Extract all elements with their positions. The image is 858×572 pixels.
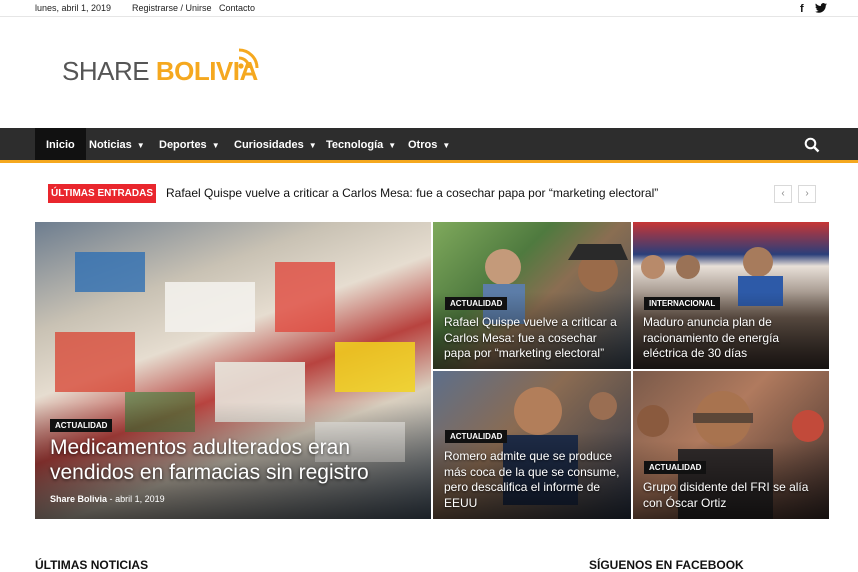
category-tag[interactable]: Internacional	[644, 297, 721, 310]
nav-item-noticias[interactable]: Noticias ▼	[89, 128, 145, 160]
current-date: lunes, abril 1, 2019	[35, 3, 112, 13]
featured-tile-3-title[interactable]: Romero admite que se produce más coca de…	[444, 449, 626, 511]
chevron-down-icon: ▼	[442, 141, 451, 150]
nav-item-otros[interactable]: Otros ▼	[408, 128, 450, 160]
search-icon[interactable]	[804, 137, 820, 153]
article-meta: Share Bolivia - abril 1, 2019	[50, 494, 165, 504]
featured-tile-1-title[interactable]: Rafael Quispe vuelve a criticar a Carlos…	[444, 315, 624, 362]
category-tag[interactable]: Actualidad	[50, 419, 113, 432]
chevron-down-icon: ▼	[211, 141, 220, 150]
nav-item-inicio[interactable]: Inicio	[35, 128, 86, 160]
facebook-heading: SÍGUENOS EN FACEBOOK	[589, 558, 744, 572]
chevron-down-icon: ▼	[136, 141, 145, 150]
featured-tile-2-title[interactable]: Maduro anuncia plan de racionamiento de …	[643, 315, 823, 362]
ticker-prev-button[interactable]: ‹	[774, 185, 792, 203]
ticker-label: ÚLTIMAS ENTRADAS	[48, 184, 156, 203]
featured-tile-1[interactable]: Actualidad Rafael Quispe vuelve a critic…	[433, 222, 631, 369]
category-tag[interactable]: Actualidad	[445, 297, 508, 310]
featured-tile-2[interactable]: Internacional Maduro anuncia plan de rac…	[633, 222, 829, 369]
nav-item-tecnologia[interactable]: Tecnología ▼	[326, 128, 396, 160]
twitter-icon[interactable]	[815, 3, 827, 13]
chevron-down-icon: ▼	[388, 141, 397, 150]
ticker-next-button[interactable]: ›	[798, 185, 816, 203]
nav-item-deportes[interactable]: Deportes ▼	[159, 128, 220, 160]
ticker-headline[interactable]: Rafael Quispe vuelve a criticar a Carlos…	[166, 186, 658, 200]
facebook-icon[interactable]: f	[800, 3, 804, 15]
featured-tile-3[interactable]: Actualidad Romero admite que se produce …	[433, 371, 631, 519]
category-tag[interactable]: Actualidad	[445, 430, 508, 443]
signal-icon	[238, 48, 259, 69]
featured-tile-4[interactable]: Actualidad Grupo disidente del FRI se al…	[633, 371, 829, 519]
featured-main-article[interactable]: Actualidad Medicamentos adulterados eran…	[35, 222, 431, 519]
category-tag[interactable]: Actualidad	[644, 461, 707, 474]
site-logo[interactable]: SHARE BOLIVIA	[62, 56, 258, 87]
featured-tile-4-title[interactable]: Grupo disidente del FRI se alía con Ósca…	[643, 480, 823, 511]
top-bar: lunes, abril 1, 2019 Registrarse / Unirs…	[0, 0, 858, 17]
register-link[interactable]: Registrarse / Unirse	[132, 3, 212, 13]
latest-news-heading: ÚLTIMAS NOTICIAS	[35, 558, 149, 572]
main-nav: Inicio Noticias ▼ Deportes ▼ Curiosidades ▼…	[0, 128, 858, 163]
site-header: SHARE BOLIVIA	[0, 18, 858, 128]
chevron-down-icon: ▼	[308, 141, 317, 150]
nav-item-curiosidades[interactable]: Curiosidades ▼	[234, 128, 317, 160]
contact-link[interactable]: Contacto	[219, 3, 255, 13]
featured-main-title[interactable]: Medicamentos adulterados eran vendidos e…	[50, 435, 410, 485]
